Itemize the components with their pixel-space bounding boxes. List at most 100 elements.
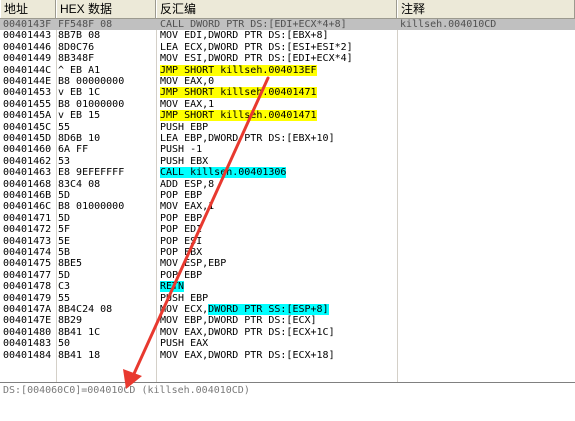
- row-hex: C3: [58, 281, 71, 293]
- header-comment[interactable]: 注释: [397, 0, 575, 18]
- instruction-text: MOV ESI,DWORD PTR DS:[EDI+ECX*4]: [160, 53, 353, 65]
- table-row[interactable]: 0040144C ^ EB A1 JMP SHORT killseh.004013E…: [0, 64, 575, 76]
- table-row[interactable]: 0040143F FF548F 08 CALL DWORD PTR DS:[EDI+…: [0, 19, 575, 30]
- row-hex: B8 01000000: [58, 98, 125, 110]
- instruction-text: POP EBX: [160, 247, 203, 258]
- table-row[interactable]: 0040147E 8B29 MOV EBP,DWORD PTR DS:[ECX]: [0, 315, 575, 326]
- table-row[interactable]: 00401453 v EB 1C JMP SHORT killseh.0040147…: [0, 87, 575, 99]
- table-row[interactable]: 00401484 8B41 18 MOV EAX,DWORD PTR DS:[ECX…: [0, 350, 575, 361]
- table-row[interactable]: 0040145C 55 PUSH EBP: [0, 122, 575, 133]
- row-address: 0040146B: [3, 190, 52, 201]
- row-hex: 5D: [58, 269, 71, 281]
- row-comment: [400, 179, 570, 190]
- table-row[interactable]: 00401460 6A FF PUSH -1: [0, 144, 575, 155]
- row-hex: 8B41 1C: [58, 326, 101, 338]
- row-disassembly: MOV EAX,1: [160, 201, 396, 212]
- row-hex: FF548F 08: [58, 19, 113, 30]
- table-row[interactable]: 00401477 5D POP EBP: [0, 270, 575, 281]
- table-row[interactable]: 00401475 8BE5 MOV ESP,EBP: [0, 258, 575, 269]
- row-comment: [400, 133, 570, 144]
- row-comment: [400, 281, 570, 292]
- table-row[interactable]: 00401449 8B348F MOV ESI,DWORD PTR DS:[EDI+…: [0, 53, 575, 64]
- row-comment: [400, 293, 570, 304]
- table-row[interactable]: 00401479 55 PUSH EBP: [0, 293, 575, 304]
- table-row[interactable]: 0040145D 8D6B 10 LEA EBP,DWORD PTR DS:[EBX…: [0, 133, 575, 144]
- row-disassembly: MOV EAX,DWORD PTR DS:[ECX+1C]: [160, 327, 396, 338]
- row-comment: [400, 236, 570, 247]
- instruction-text: MOV ESP,EBP: [160, 258, 227, 270]
- row-hex: v EB 1C: [58, 87, 101, 99]
- row-hex: 5E: [58, 235, 71, 247]
- row-comment: [400, 167, 570, 178]
- row-comment: [400, 110, 570, 121]
- instruction-text: PUSH EBP: [160, 292, 209, 304]
- instruction-text: JMP SHORT killseh.00401471: [160, 110, 317, 122]
- row-disassembly: MOV EAX,0: [160, 76, 396, 87]
- instruction-text: MOV EAX,1: [160, 98, 215, 110]
- instruction-text: MOV EBP,DWORD PTR DS:[ECX]: [160, 315, 317, 327]
- table-row[interactable]: 00401443 8B7B 08 MOV EDI,DWORD PTR DS:[EBX…: [0, 30, 575, 41]
- disassembly-list[interactable]: 0040143F FF548F 08 CALL DWORD PTR DS:[EDI+…: [0, 19, 575, 382]
- instruction-text: RETN: [160, 281, 185, 293]
- row-disassembly: LEA EBP,DWORD PTR DS:[EBX+10]: [160, 133, 396, 144]
- instruction-text: CALL killseh.00401306: [160, 167, 287, 179]
- table-row[interactable]: 0040144E B8 00000000 MOV EAX,0: [0, 76, 575, 87]
- table-row[interactable]: 00401474 5B POP EBX: [0, 247, 575, 258]
- row-disassembly: MOV ESP,EBP: [160, 258, 396, 269]
- row-address: 00401479: [3, 292, 52, 304]
- info-pane: DS:[004060C0]=004010CD (killseh.004010CD…: [0, 382, 575, 421]
- table-row[interactable]: 00401462 53 PUSH EBX: [0, 156, 575, 167]
- row-comment: [400, 122, 570, 133]
- table-row[interactable]: 00401473 5E POP ESI: [0, 236, 575, 247]
- row-disassembly: MOV EDI,DWORD PTR DS:[EBX+8]: [160, 30, 396, 41]
- instruction-text: CALL DWORD PTR DS:[EDI+ECX*4+8]: [160, 19, 347, 30]
- row-hex: ^ EB A1: [58, 64, 101, 76]
- table-row[interactable]: 0040145A v EB 15 JMP SHORT killseh.0040147…: [0, 110, 575, 122]
- row-comment: [400, 99, 570, 110]
- row-comment: [400, 65, 570, 76]
- row-hex: 5B: [58, 247, 71, 258]
- row-hex: 8B348F: [58, 53, 95, 65]
- instruction-text: JMP SHORT killseh.004013EF: [160, 64, 317, 76]
- table-row[interactable]: 0040146C B8 01000000 MOV EAX,1: [0, 201, 575, 212]
- row-disassembly: POP ESI: [160, 236, 396, 247]
- row-hex: 8B7B 08: [58, 30, 101, 42]
- header-hex[interactable]: HEX 数据: [56, 0, 156, 18]
- table-row[interactable]: 00401480 8B41 1C MOV EAX,DWORD PTR DS:[ECX…: [0, 327, 575, 338]
- instruction-text: ADD ESP,8: [160, 178, 215, 190]
- table-row[interactable]: 00401478 C3 RETN: [0, 281, 575, 293]
- row-comment: [400, 201, 570, 212]
- row-address: 00401460: [3, 144, 52, 156]
- row-comment: [400, 30, 570, 41]
- row-hex: 6A FF: [58, 144, 89, 156]
- column-header: 地址 HEX 数据 反汇编 注释: [0, 0, 575, 19]
- row-address: 00401468: [3, 178, 52, 190]
- table-row[interactable]: 0040146B 5D POP EBP: [0, 190, 575, 201]
- row-hex: 55: [58, 121, 71, 133]
- table-row[interactable]: 00401446 8D0C76 LEA ECX,DWORD PTR DS:[ESI+…: [0, 42, 575, 53]
- row-address: 0040146C: [3, 201, 52, 213]
- header-address[interactable]: 地址: [0, 0, 56, 18]
- row-address: 00401475: [3, 258, 52, 270]
- table-row[interactable]: 00401463 E8 9EFEFFFF CALL killseh.00401306: [0, 167, 575, 179]
- table-row[interactable]: 00401455 B8 01000000 MOV EAX,1: [0, 99, 575, 110]
- instruction-text: JMP SHORT killseh.00401471: [160, 87, 317, 99]
- instruction-text: MOV ECX,DWORD PTR SS:[ESP+8]: [160, 304, 329, 315]
- row-disassembly: JMP SHORT killseh.004013EF: [160, 64, 396, 76]
- row-hex: 8B41 18: [58, 349, 101, 361]
- header-disassembly[interactable]: 反汇编: [156, 0, 397, 18]
- table-row[interactable]: 00401471 5D POP EBP: [0, 213, 575, 224]
- row-address: 0040144E: [3, 76, 52, 87]
- table-row[interactable]: 00401472 5F POP EDI: [0, 224, 575, 235]
- row-comment: [400, 327, 570, 338]
- row-comment: [400, 213, 570, 224]
- row-disassembly: POP EBP: [160, 270, 396, 281]
- table-row[interactable]: 00401483 50 PUSH EAX: [0, 338, 575, 349]
- row-comment: [400, 190, 570, 201]
- row-address: 00401474: [3, 247, 52, 258]
- table-row[interactable]: 0040147A 8B4C24 08 MOV ECX,DWORD PTR SS:[E…: [0, 304, 575, 315]
- table-row[interactable]: 00401468 83C4 08 ADD ESP,8: [0, 179, 575, 190]
- row-address: 00401483: [3, 338, 52, 350]
- row-hex: E8 9EFEFFFF: [58, 167, 125, 179]
- instruction-text: PUSH -1: [160, 144, 203, 156]
